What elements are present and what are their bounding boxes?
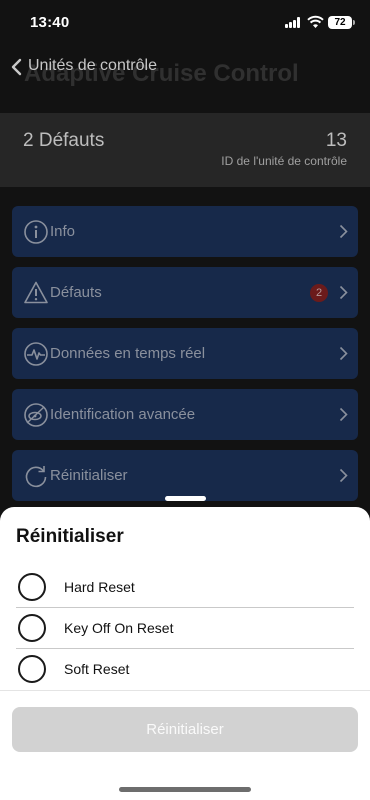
menu-item-faults[interactable]: Défauts 2	[12, 267, 358, 318]
reset-options-list: Hard Reset Key Off On Reset Soft Reset	[0, 567, 370, 690]
navigation-bar: Adaptive Cruise Control Unités de contrô…	[0, 46, 370, 110]
radio-button[interactable]	[18, 573, 46, 601]
sheet-title: Réinitialiser	[16, 526, 124, 547]
faults-badge: 2	[310, 284, 328, 302]
chevron-right-icon	[339, 224, 348, 239]
reset-option-soft[interactable]: Soft Reset	[0, 649, 370, 690]
status-time: 13:40	[30, 14, 70, 31]
option-label: Soft Reset	[64, 661, 130, 677]
identification-icon	[24, 403, 48, 427]
menu-item-advanced-identification[interactable]: Identification avancée	[12, 389, 358, 440]
home-indicator[interactable]	[119, 787, 251, 792]
warning-icon	[24, 281, 48, 304]
option-label: Key Off On Reset	[64, 620, 174, 636]
radio-button[interactable]	[18, 655, 46, 683]
back-chevron-icon[interactable]	[10, 58, 22, 76]
menu-item-label: Info	[50, 223, 76, 240]
menu-item-label: Identification avancée	[50, 406, 196, 423]
radio-button[interactable]	[18, 614, 46, 642]
menu-item-label: Défauts	[50, 284, 102, 301]
status-bar: 13:40 72	[0, 0, 370, 46]
chevron-right-icon	[339, 407, 348, 422]
chevron-right-icon	[339, 285, 348, 300]
back-button[interactable]: Unités de contrôle	[28, 57, 157, 75]
faults-count: 2 Défauts	[23, 130, 105, 151]
reset-option-hard[interactable]: Hard Reset	[0, 567, 370, 608]
reset-icon	[25, 466, 47, 488]
divider	[0, 690, 370, 691]
info-icon	[24, 220, 48, 244]
menu-item-label: Réinitialiser	[50, 467, 128, 484]
wifi-icon	[307, 15, 324, 28]
reset-option-key-off-on[interactable]: Key Off On Reset	[0, 608, 370, 649]
reset-button[interactable]: Réinitialiser	[12, 707, 358, 752]
cellular-signal-icon	[285, 17, 302, 28]
reset-bottom-sheet: Réinitialiser Hard Reset Key Off On Rese…	[0, 507, 370, 800]
menu-item-info[interactable]: Info	[12, 206, 358, 257]
menu-item-label: Données en temps réel	[50, 345, 206, 362]
menu-item-reset[interactable]: Réinitialiser	[12, 450, 358, 501]
control-unit-id: 13	[325, 130, 347, 151]
sheet-drag-handle[interactable]	[165, 496, 206, 501]
chevron-right-icon	[339, 468, 348, 483]
battery-icon: 72	[328, 16, 355, 29]
chevron-right-icon	[339, 346, 348, 361]
control-unit-menu: Info Défauts 2 Données en temps réel Ide…	[12, 206, 358, 511]
live-data-icon	[24, 342, 48, 366]
menu-item-live-data[interactable]: Données en temps réel	[12, 328, 358, 379]
fault-summary: 2 Défauts 13 ID de l'unité de contrôle	[0, 113, 370, 187]
option-label: Hard Reset	[64, 579, 135, 595]
control-unit-id-label: ID de l'unité de contrôle	[221, 154, 347, 168]
